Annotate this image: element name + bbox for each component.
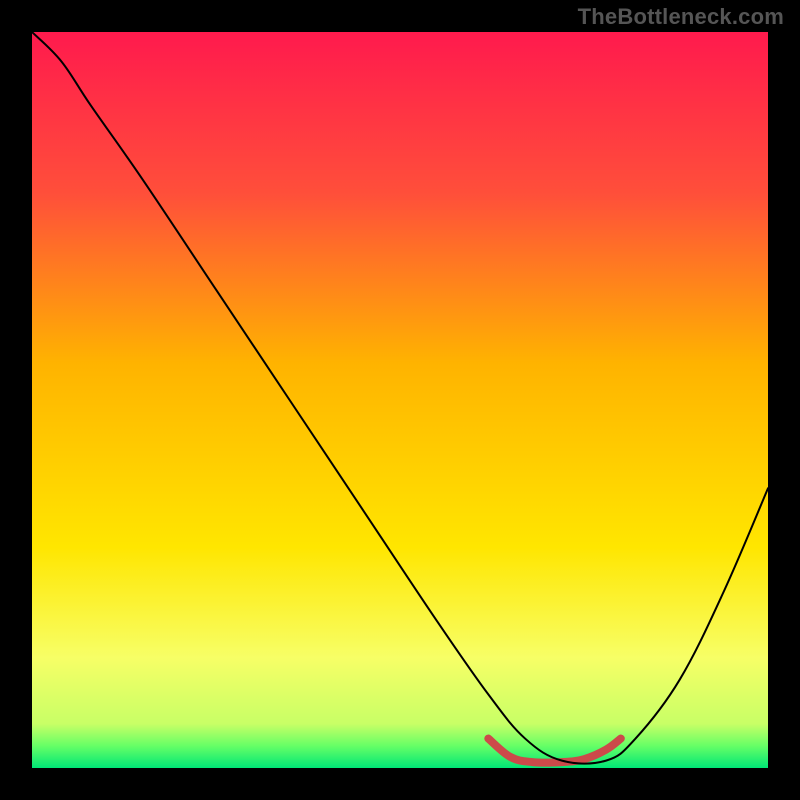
gradient-background (32, 32, 768, 768)
watermark-text: TheBottleneck.com (578, 4, 784, 30)
chart-svg (32, 32, 768, 768)
chart-frame: TheBottleneck.com (0, 0, 800, 800)
plot-area (32, 32, 768, 768)
